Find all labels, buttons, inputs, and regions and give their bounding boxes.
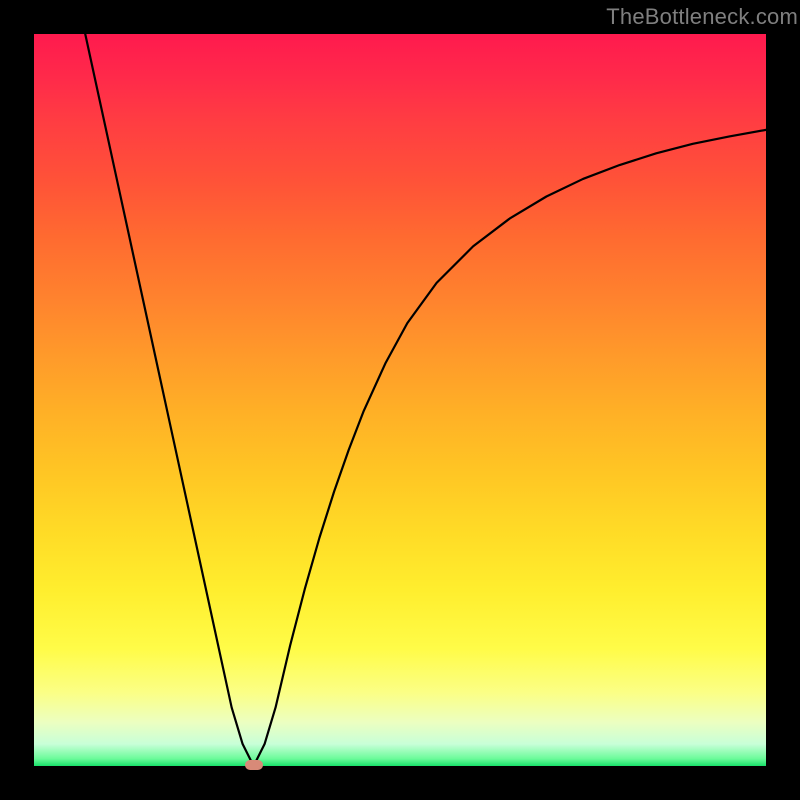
watermark-label: TheBottleneck.com: [606, 4, 798, 30]
chart-frame: TheBottleneck.com: [0, 0, 800, 800]
chart-curve: [34, 34, 766, 766]
optimal-point-marker: [245, 760, 263, 770]
chart-plot-area: [34, 34, 766, 766]
